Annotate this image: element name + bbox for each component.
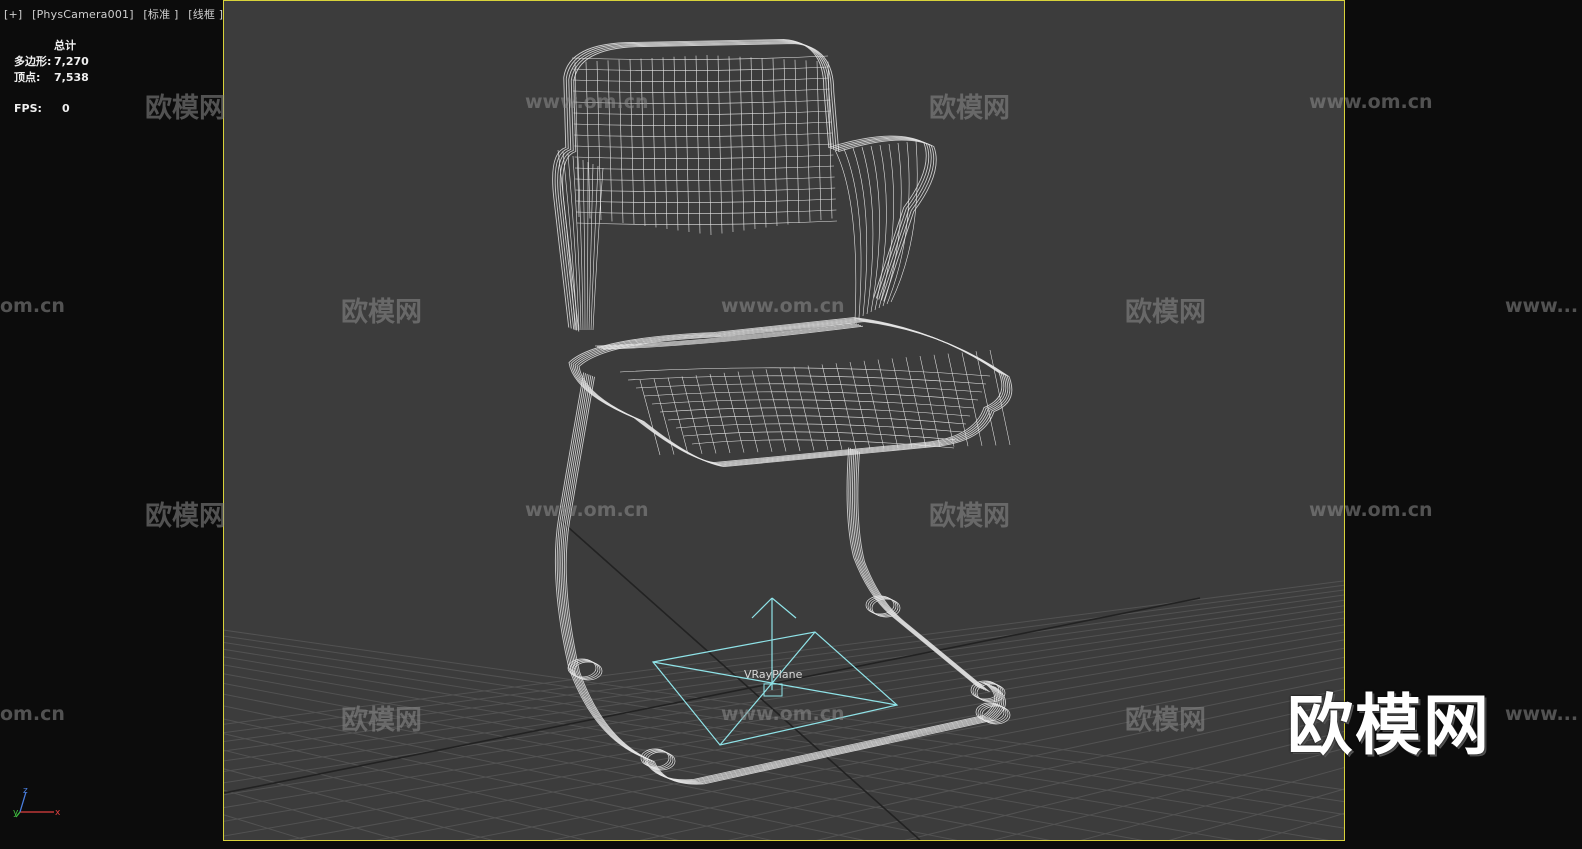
watermark-url: www... [1505,703,1579,725]
viewport-label-menu: [+] [PhysCamera001] [标准 ] [线框 ] [4,6,229,22]
watermark-brand: 欧模网 [929,501,1010,532]
watermark-brand: 欧模网 [1125,297,1206,328]
brand-logo: 欧模网 [1287,687,1491,764]
ground-grid [224,519,1344,840]
viewport-camera-menu[interactable]: [PhysCamera001] [32,8,134,21]
watermark-brand: 欧模网 [145,93,226,124]
watermark-url: www... [1505,295,1579,317]
polygons-label: 多边形: [14,55,52,68]
axis-x-label: x [55,808,61,818]
watermark-brand: 欧模网 [145,501,226,532]
viewport-display-wireframe-menu[interactable]: [线框 ] [188,8,223,21]
watermark-brand: 欧模网 [1125,705,1206,736]
watermark-url: www.om.cn [721,703,845,725]
viewport-plus-menu[interactable]: [+] [4,8,22,21]
watermark-url: www.om.cn [525,91,649,113]
stats-title: 总计 [54,39,76,52]
scene-statistics: 总计 多边形: 7,270 顶点: 7,538 FPS: 0 [14,38,89,117]
fps-value: 0 [62,102,70,115]
vrayplane-label[interactable]: VRayPlane [744,668,802,681]
watermark-url: www.om.cn [1309,499,1433,521]
vertices-value: 7,538 [54,71,89,84]
viewport-shading-standard-menu[interactable]: [标准 ] [143,8,178,21]
axis-y-label: y [13,808,19,818]
vertices-label: 顶点: [14,71,41,84]
watermark-url: www.om.cn [721,295,845,317]
watermark-url: www.om.cn [525,499,649,521]
polygons-value: 7,270 [54,55,89,68]
watermark-brand: 欧模网 [929,93,1010,124]
watermark-brand: 欧模网 [341,297,422,328]
axis-tripod-icon: x z y [13,786,61,818]
watermark-brand: 欧模网 [341,705,422,736]
watermark-url: om.cn [0,295,65,317]
axis-z-label: z [23,786,28,796]
watermark-url: om.cn [0,703,65,725]
watermark-url: www.om.cn [1309,91,1433,113]
fps-label: FPS: [14,102,42,115]
